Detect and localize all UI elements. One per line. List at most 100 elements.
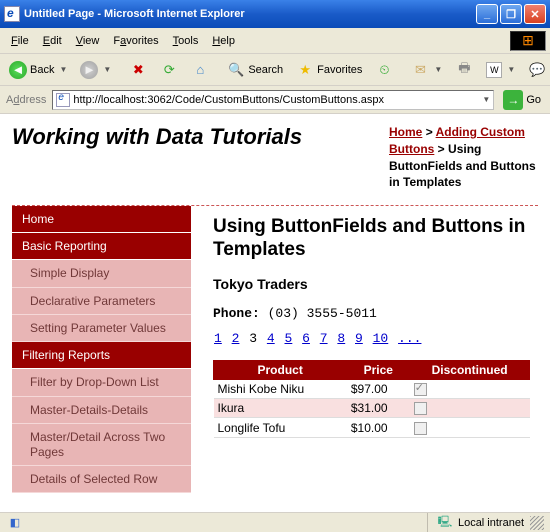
print-button[interactable]: 🖶 <box>450 58 478 82</box>
cell-price: $10.00 <box>347 418 410 437</box>
pager-current: 3 <box>249 331 257 346</box>
breadcrumb: Home > Adding Custom Buttons > Using But… <box>383 124 538 191</box>
menu-file[interactable]: File <box>4 33 36 49</box>
go-button[interactable]: → Go <box>498 87 546 113</box>
edit-button[interactable]: W▼ <box>481 59 520 81</box>
pager-8[interactable]: 8 <box>337 331 345 346</box>
menu-edit[interactable]: Edit <box>36 33 69 49</box>
pager-7[interactable]: 7 <box>320 331 328 346</box>
home-button[interactable]: ⌂ <box>186 58 214 82</box>
menu-favorites[interactable]: Favorites <box>106 33 165 49</box>
favorites-button[interactable]: ★Favorites <box>291 58 367 82</box>
table-row: Longlife Tofu $10.00 <box>214 418 530 437</box>
checkbox-unchecked[interactable] <box>414 422 427 435</box>
article-title: Using ButtonFields and Buttons in Templa… <box>213 216 530 262</box>
breadcrumb-home[interactable]: Home <box>389 125 422 139</box>
pager-10[interactable]: 10 <box>373 331 389 346</box>
sidebar-item-mdd[interactable]: Master-Details-Details <box>12 397 191 424</box>
sidebar-item-simple-display[interactable]: Simple Display <box>12 260 191 287</box>
status-bar: ◧ 🖳 Local intranet <box>0 512 550 532</box>
mail-button[interactable]: ✉▼ <box>406 58 447 82</box>
refresh-icon: ⟳ <box>160 61 178 79</box>
pager-6[interactable]: 6 <box>302 331 310 346</box>
phone-line: Phone: (03) 3555-5011 <box>213 306 530 321</box>
cell-product: Ikura <box>214 399 347 418</box>
sidebar-item-md-two[interactable]: Master/Detail Across Two Pages <box>12 424 191 466</box>
back-button[interactable]: ◄ Back ▼ <box>4 58 72 82</box>
col-price: Price <box>347 360 410 379</box>
cell-product: Longlife Tofu <box>214 418 347 437</box>
page-icon: ◧ <box>6 514 24 532</box>
chevron-down-icon: ▼ <box>507 65 515 74</box>
company-name: Tokyo Traders <box>213 276 530 292</box>
search-button[interactable]: 🔍Search <box>222 58 288 82</box>
print-icon: 🖶 <box>455 61 473 79</box>
pager-9[interactable]: 9 <box>355 331 363 346</box>
pager-2[interactable]: 2 <box>232 331 240 346</box>
table-row: Ikura $31.00 <box>214 399 530 418</box>
col-discontinued: Discontinued <box>410 360 530 379</box>
sidebar-header-filtering[interactable]: Filtering Reports <box>12 342 191 369</box>
address-box[interactable]: ▼ <box>52 90 494 110</box>
sidebar-header-basic-reporting[interactable]: Basic Reporting <box>12 233 191 260</box>
minimize-button[interactable]: _ <box>476 4 498 24</box>
cell-disc <box>410 418 530 437</box>
discuss-icon: 💬 <box>528 61 546 79</box>
history-button[interactable]: ⏲ <box>370 58 398 82</box>
pager-4[interactable]: 4 <box>267 331 275 346</box>
phone-label: Phone: <box>213 306 260 321</box>
window-titlebar: Untitled Page - Microsoft Internet Explo… <box>0 0 550 28</box>
stop-icon: ✖ <box>129 61 147 79</box>
page-content: Working with Data Tutorials Home > Addin… <box>0 114 550 512</box>
sidebar-item-filter-ddl[interactable]: Filter by Drop-Down List <box>12 369 191 396</box>
menu-help[interactable]: Help <box>205 33 242 49</box>
refresh-button[interactable]: ⟳ <box>155 58 183 82</box>
cell-disc <box>410 399 530 418</box>
ie-page-icon <box>4 6 20 22</box>
home-icon: ⌂ <box>191 61 209 79</box>
cell-price: $31.00 <box>347 399 410 418</box>
chevron-down-icon[interactable]: ▼ <box>482 95 490 104</box>
discuss-button[interactable]: 💬 <box>523 58 550 82</box>
maximize-button[interactable]: ❐ <box>500 4 522 24</box>
main-column: Using ButtonFields and Buttons in Templa… <box>191 206 538 493</box>
pager-5[interactable]: 5 <box>285 331 293 346</box>
pager: 1 2 3 4 5 6 7 8 9 10 ... <box>213 331 530 346</box>
stop-button[interactable]: ✖ <box>124 58 152 82</box>
close-button[interactable]: ✕ <box>524 4 546 24</box>
back-label: Back <box>30 64 54 76</box>
chevron-down-icon: ▼ <box>434 65 442 74</box>
checkbox-checked[interactable] <box>414 383 427 396</box>
pager-1[interactable]: 1 <box>214 331 222 346</box>
edit-icon: W <box>486 62 502 78</box>
sidebar-item-setting-param[interactable]: Setting Parameter Values <box>12 315 191 342</box>
mail-icon: ✉ <box>411 61 429 79</box>
back-icon: ◄ <box>9 61 27 79</box>
pager-more[interactable]: ... <box>398 331 421 346</box>
forward-icon: ► <box>80 61 98 79</box>
zone-label: Local intranet <box>458 517 524 529</box>
address-label: Address <box>4 94 48 106</box>
col-product: Product <box>214 360 347 379</box>
address-input[interactable] <box>73 94 480 106</box>
sidebar-item-declarative-params[interactable]: Declarative Parameters <box>12 288 191 315</box>
checkbox-unchecked[interactable] <box>414 402 427 415</box>
toolbar: ◄ Back ▼ ► ▼ ✖ ⟳ ⌂ 🔍Search ★Favorites ⏲ … <box>0 54 550 86</box>
page-title: Working with Data Tutorials <box>12 124 383 191</box>
menu-view[interactable]: View <box>69 33 107 49</box>
sidebar-item-details-row[interactable]: Details of Selected Row <box>12 466 191 493</box>
cell-price: $97.00 <box>347 379 410 398</box>
menu-bar: File Edit View Favorites Tools Help <box>0 28 550 54</box>
table-row: Mishi Kobe Niku $97.00 <box>214 379 530 398</box>
products-grid: Product Price Discontinued Mishi Kobe Ni… <box>213 360 530 438</box>
security-zone: 🖳 Local intranet <box>427 513 524 532</box>
menu-tools[interactable]: Tools <box>166 33 206 49</box>
resize-grip[interactable] <box>530 516 544 530</box>
ie-throbber-icon <box>510 31 546 51</box>
search-icon: 🔍 <box>227 61 245 79</box>
chevron-down-icon: ▼ <box>103 65 111 74</box>
sidebar: Home Basic Reporting Simple Display Decl… <box>12 206 191 493</box>
forward-button[interactable]: ► ▼ <box>75 58 116 82</box>
cell-product: Mishi Kobe Niku <box>214 379 347 398</box>
sidebar-item-home[interactable]: Home <box>12 206 191 233</box>
